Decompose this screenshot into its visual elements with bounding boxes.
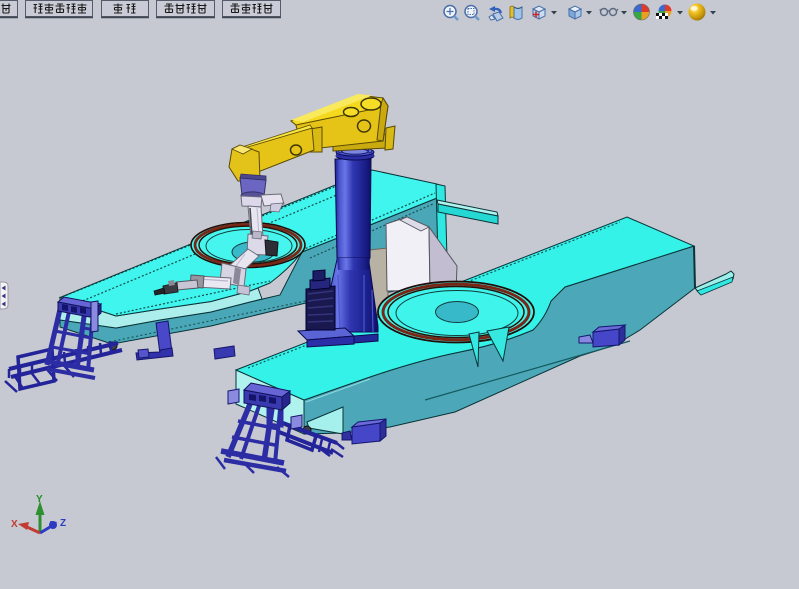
svg-text:X: X bbox=[11, 519, 18, 530]
svg-text:Z: Z bbox=[60, 518, 66, 529]
svg-text:Y: Y bbox=[36, 494, 43, 505]
